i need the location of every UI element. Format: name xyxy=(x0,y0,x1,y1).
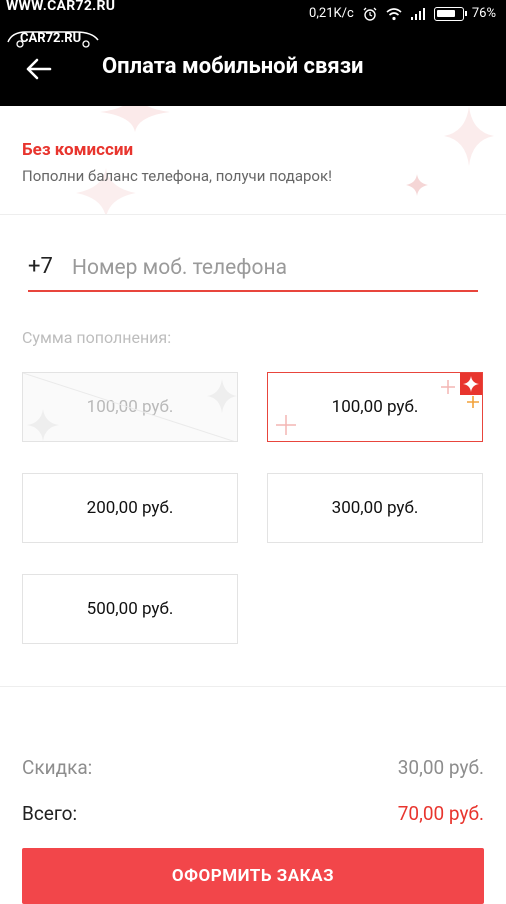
amount-option-100-selected[interactable]: 100,00 руб. xyxy=(267,372,483,442)
alarm-icon xyxy=(362,7,378,21)
sparkle-decoration-icon xyxy=(276,415,296,435)
promo-banner: Без комиссии Пополни баланс телефона, по… xyxy=(0,106,506,215)
network-speed: 0,21K/c xyxy=(309,6,354,21)
watermark-text: WWW.CAR72.RU xyxy=(6,0,116,14)
phone-prefix: +7 xyxy=(28,254,53,279)
discount-label: Скидка: xyxy=(22,756,93,779)
sparkle-decoration-icon xyxy=(100,106,170,132)
app-header: WWW.CAR72.RU CAR72.RU 0,21K/c 76% Оплата… xyxy=(0,0,506,106)
phone-field: +7 xyxy=(28,250,478,292)
back-arrow-icon[interactable] xyxy=(24,56,54,82)
amount-option-label: 500,00 руб. xyxy=(86,599,174,619)
discount-value: 30,00 руб. xyxy=(397,756,484,779)
promo-subtitle: Пополни баланс телефона, получи подарок! xyxy=(22,167,332,185)
amount-option-label: 300,00 руб. xyxy=(331,498,419,518)
page-title: Оплата мобильной связи xyxy=(102,54,364,79)
amount-option-label: 100,00 руб. xyxy=(331,397,419,417)
amount-option-200[interactable]: 200,00 руб. xyxy=(22,473,238,543)
amount-option-300[interactable]: 300,00 руб. xyxy=(267,473,483,543)
logo-text: CAR72.RU xyxy=(20,31,82,46)
status-icons: 0,21K/c 76% xyxy=(309,6,496,21)
total-row: Всего: 70,00 руб. xyxy=(22,802,484,825)
total-label: Всего: xyxy=(22,802,78,825)
sparkle-decoration-icon xyxy=(441,380,455,394)
promo-title: Без комиссии xyxy=(22,140,134,160)
total-value: 70,00 руб. xyxy=(397,802,484,825)
amount-option-label: 200,00 руб. xyxy=(86,498,174,518)
discount-row: Скидка: 30,00 руб. xyxy=(22,756,484,779)
place-order-button[interactable]: ОФОРМИТЬ ЗАКАЗ xyxy=(22,848,484,904)
phone-input[interactable] xyxy=(72,250,472,286)
amount-label: Сумма пополнения: xyxy=(22,328,172,347)
sparkle-gold-icon xyxy=(467,396,479,408)
sparkle-decoration-icon xyxy=(406,174,428,196)
battery-icon xyxy=(433,6,467,21)
car72-logo: CAR72.RU xyxy=(6,28,102,48)
status-bar: WWW.CAR72.RU CAR72.RU 0,21K/c 76% xyxy=(0,0,506,48)
amount-option-100-disabled: 100,00 руб. xyxy=(22,372,238,442)
sparkle-decoration-icon xyxy=(444,106,494,166)
gift-badge-icon xyxy=(460,373,482,395)
signal-icon xyxy=(410,7,426,21)
sparkle-decoration-icon xyxy=(207,379,237,413)
sparkle-decoration-icon xyxy=(27,409,59,441)
section-divider xyxy=(0,686,506,687)
wifi-icon xyxy=(386,7,402,21)
battery-level: 76% xyxy=(471,6,496,21)
amount-option-500[interactable]: 500,00 руб. xyxy=(22,574,238,644)
